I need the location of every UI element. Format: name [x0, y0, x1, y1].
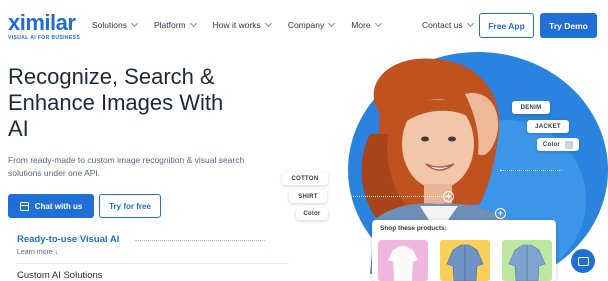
color-swatch — [565, 140, 574, 149]
shop-label: Shop these products: — [380, 225, 447, 232]
hero-title: Recognize, Search & Enhance Images With … — [8, 64, 224, 141]
connector-line — [322, 196, 448, 197]
chevron-down-icon — [264, 19, 272, 28]
shirt-image — [387, 245, 419, 281]
chat-bubble-icon — [577, 256, 589, 266]
chevron-down-icon — [328, 19, 336, 28]
nav-label: Platform — [153, 20, 186, 30]
tag-label: SHIRT — [298, 193, 318, 200]
tag-label: Color — [303, 211, 321, 217]
tag-denim[interactable]: DENIM — [512, 101, 550, 114]
hotspot-plus-icon[interactable]: + — [495, 208, 506, 219]
connector-line — [500, 170, 562, 171]
try-demo-button[interactable]: Try Demo — [540, 13, 597, 38]
learn-more-link[interactable]: Learn more ↓ — [17, 249, 58, 256]
product-shirt[interactable] — [378, 240, 428, 281]
nav-contact-us[interactable]: Contact us — [422, 19, 474, 30]
hotspot-plus-icon[interactable]: + — [443, 191, 454, 202]
jacket-image — [446, 244, 484, 281]
chevron-down-icon — [466, 19, 474, 28]
section-divider — [17, 263, 289, 264]
nav-label: How it works — [212, 20, 261, 30]
shop-products-card: Shop these products: — [372, 220, 556, 281]
nav-solutions[interactable]: Solutions — [92, 19, 139, 30]
dotted-divider — [135, 240, 265, 241]
tag-label: JACKET — [535, 123, 561, 130]
product-denim-jacket[interactable] — [440, 240, 490, 281]
nav-label: Company — [287, 20, 325, 30]
tag-shirt[interactable]: SHIRT — [289, 190, 327, 203]
chevron-down-icon — [130, 19, 139, 28]
calendar-icon — [19, 201, 29, 211]
free-app-button[interactable]: Free App — [479, 13, 534, 38]
tag-label: Color — [542, 141, 561, 148]
tag-jacket[interactable]: JACKET — [527, 120, 569, 133]
jacket-image — [508, 244, 546, 281]
try-for-free-button[interactable]: Try for free — [99, 194, 161, 218]
nav-platform[interactable]: Platform — [153, 19, 197, 30]
chevron-down-icon — [189, 19, 197, 28]
custom-ai-title[interactable]: Custom AI Solutions — [17, 270, 103, 281]
nav-company[interactable]: Company — [287, 19, 336, 30]
logo-tagline: VISUAL AI FOR BUSINESS — [8, 35, 81, 41]
nav-how-it-works[interactable]: How it works — [212, 19, 272, 30]
chevron-down-icon — [374, 19, 382, 28]
chat-with-us-button[interactable]: Chat with us — [8, 194, 94, 218]
nav-more[interactable]: More — [351, 19, 382, 30]
tag-label: COTTON — [291, 175, 319, 182]
main-nav: Solutions Platform How it works Company … — [92, 19, 398, 30]
hero-subtitle: From ready-made to custom image recognit… — [8, 155, 245, 178]
tag-color-left[interactable]: Color — [296, 208, 328, 220]
tag-label: DENIM — [520, 104, 542, 111]
nav-label: More — [351, 20, 371, 30]
contact-label: Contact us — [422, 20, 463, 30]
ready-to-use-title[interactable]: Ready-to-use Visual AI — [17, 234, 119, 245]
tag-color-right[interactable]: Color — [537, 138, 579, 151]
site-header: ximilar VISUAL AI FOR BUSINESS Solutions… — [0, 0, 608, 50]
ximilar-logo[interactable]: ximilar VISUAL AI FOR BUSINESS — [8, 10, 81, 42]
nav-label: Solutions — [92, 20, 127, 30]
chat-fab-button[interactable] — [571, 249, 595, 273]
product-denim-jacket-2[interactable] — [502, 240, 552, 281]
logo-word: ximilar — [8, 10, 76, 35]
tag-cotton[interactable]: COTTON — [282, 172, 328, 185]
chat-button-label: Chat with us — [34, 201, 83, 211]
